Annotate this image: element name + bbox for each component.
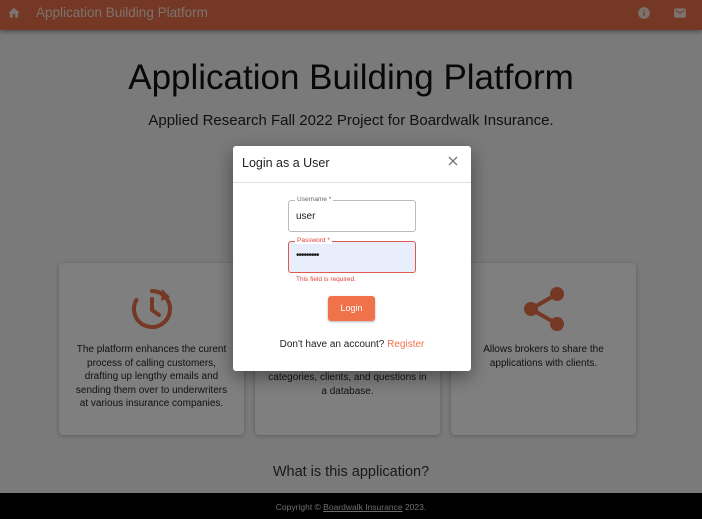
password-field[interactable]: Password * ••••••••• — [288, 237, 416, 273]
dialog-title: Login as a User — [242, 156, 330, 170]
username-label: Username * — [295, 196, 334, 203]
username-field[interactable]: Username * user — [288, 196, 416, 232]
username-value[interactable]: user — [296, 211, 315, 222]
password-value[interactable]: ••••••••• — [296, 250, 319, 261]
register-prompt: Don't have an account? Register — [233, 339, 471, 350]
close-icon[interactable] — [446, 154, 460, 168]
register-link[interactable]: Register — [387, 339, 424, 350]
login-dialog: Login as a User Username * user Password… — [233, 146, 471, 371]
password-error-text: This field is required. — [296, 276, 356, 283]
dialog-divider — [233, 182, 471, 183]
password-label: Password * — [295, 237, 332, 244]
register-prompt-text: Don't have an account? — [279, 339, 385, 350]
login-button[interactable]: Login — [328, 296, 375, 321]
